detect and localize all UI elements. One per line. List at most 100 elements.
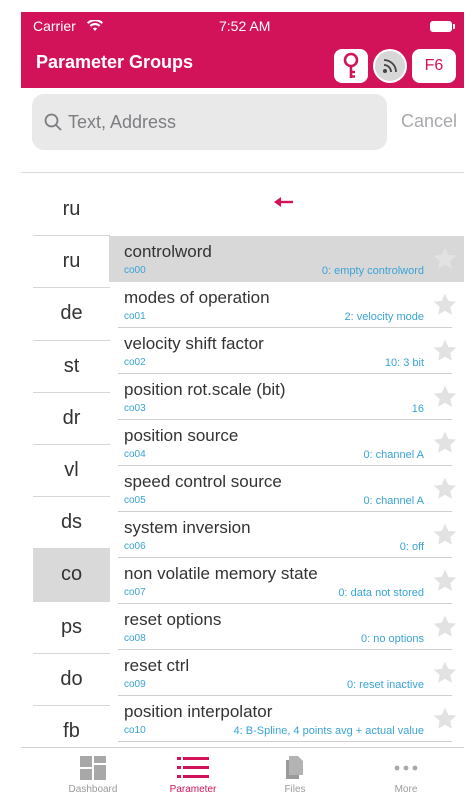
parameter-address: co05 xyxy=(124,495,146,506)
key-button[interactable] xyxy=(334,49,368,83)
group-item[interactable]: ds xyxy=(33,497,110,550)
parameter-row[interactable]: controlword co00 0: empty controlword xyxy=(109,236,464,282)
parameter-value: 0: reset inactive xyxy=(346,679,424,691)
parameter-value: 0: no options xyxy=(361,633,424,645)
group-item[interactable]: ru xyxy=(33,184,110,237)
favorite-star-icon[interactable] xyxy=(432,614,458,645)
favorite-star-icon[interactable] xyxy=(432,292,458,323)
group-list: ru ru de st dr vl ds co ps do fb xyxy=(33,184,110,758)
parameter-address: co04 xyxy=(124,449,146,460)
parameter-name: controlword xyxy=(124,242,212,261)
page-title: Parameter Groups xyxy=(36,52,194,72)
parameter-value: 16 xyxy=(411,403,424,415)
parameter-name: position source xyxy=(124,426,239,445)
carrier-label: Carrier xyxy=(33,18,76,34)
parameter-row[interactable]: position rot.scale (bit) co03 16 xyxy=(109,374,464,420)
favorite-star-icon[interactable] xyxy=(432,246,458,277)
dashboard-icon xyxy=(80,756,106,780)
divider xyxy=(21,172,464,173)
group-item[interactable]: de xyxy=(33,288,110,341)
parameter-row[interactable]: position source co04 0: channel A xyxy=(109,420,464,466)
clock: 7:52 AM xyxy=(219,18,271,34)
parameter-name: modes of operation xyxy=(124,288,270,307)
parameter-name: position interpolator xyxy=(124,702,273,721)
parameter-name: position rot.scale (bit) xyxy=(124,380,286,399)
battery-icon xyxy=(430,21,455,32)
parameter-row[interactable]: system inversion co06 0: off xyxy=(109,512,464,558)
parameter-address: co08 xyxy=(124,633,146,644)
parameter-address: co00 xyxy=(124,265,146,276)
nfc-signal-icon xyxy=(383,59,397,73)
tab-dashboard[interactable]: Dashboard xyxy=(43,748,143,802)
more-icon xyxy=(394,765,418,771)
tab-label: Parameter xyxy=(169,784,217,795)
cancel-button[interactable]: Cancel xyxy=(401,111,457,132)
tab-more[interactable]: More xyxy=(356,748,456,802)
tab-label: More xyxy=(394,784,418,795)
parameter-name: non volatile memory state xyxy=(124,564,318,583)
group-item[interactable]: ps xyxy=(33,602,110,654)
tab-parameter[interactable]: Parameter xyxy=(143,748,243,802)
parameter-address: co03 xyxy=(124,403,146,414)
parameter-row[interactable]: reset options co08 0: no options xyxy=(109,604,464,650)
parameter-value: 0: channel A xyxy=(363,449,424,461)
parameter-value: 4: B-Spline, 4 points avg + actual value xyxy=(233,725,424,737)
favorite-star-icon[interactable] xyxy=(432,338,458,369)
group-item[interactable]: st xyxy=(33,341,110,393)
favorite-star-icon[interactable] xyxy=(432,568,458,599)
favorite-star-icon[interactable] xyxy=(432,384,458,415)
favorite-star-icon[interactable] xyxy=(432,476,458,507)
files-icon xyxy=(286,756,303,779)
parameter-row[interactable]: speed control source co05 0: channel A xyxy=(109,466,464,512)
parameter-address: co07 xyxy=(124,587,146,598)
search-icon xyxy=(44,113,62,131)
app-screen: Carrier 7:52 AM Parameter Groups F6 Text… xyxy=(21,12,464,802)
group-item[interactable]: vl xyxy=(33,445,110,498)
parameter-value: 0: empty controlword xyxy=(321,265,424,277)
parameter-value: 0: data not stored xyxy=(338,587,424,599)
tab-files[interactable]: Files xyxy=(245,748,345,802)
search-placeholder: Text, Address xyxy=(68,111,177,132)
key-icon xyxy=(343,52,359,78)
back-arrow-icon[interactable] xyxy=(274,196,294,208)
tab-bar: Dashboard Parameter Files More xyxy=(21,747,464,802)
parameter-value: 2: velocity mode xyxy=(344,311,424,323)
tab-label: Dashboard xyxy=(68,784,118,795)
parameter-address: co02 xyxy=(124,357,146,368)
row-divider xyxy=(118,741,452,742)
parameter-list: controlword co00 0: empty controlword modes… xyxy=(109,236,464,758)
parameter-value: 0: off xyxy=(399,541,424,553)
parameter-row[interactable]: non volatile memory state co07 0: data not… xyxy=(109,558,464,604)
parameter-value: 0: channel A xyxy=(363,495,424,507)
parameter-name: reset options xyxy=(124,610,222,629)
nfc-button[interactable] xyxy=(373,49,407,83)
favorite-star-icon[interactable] xyxy=(432,430,458,461)
parameter-name: system inversion xyxy=(124,518,251,537)
favorite-star-icon[interactable] xyxy=(432,522,458,553)
tab-label: Files xyxy=(284,784,306,795)
favorite-star-icon[interactable] xyxy=(432,706,458,737)
parameter-row[interactable]: reset ctrl co09 0: reset inactive xyxy=(109,650,464,696)
parameter-address: co06 xyxy=(124,541,146,552)
group-item[interactable]: do xyxy=(33,654,110,706)
wifi-icon xyxy=(87,20,103,31)
group-item[interactable]: dr xyxy=(33,393,110,445)
f6-button[interactable]: F6 xyxy=(412,49,456,83)
parameter-value: 10: 3 bit xyxy=(384,357,424,369)
parameter-address: co09 xyxy=(124,679,146,690)
parameter-row[interactable]: modes of operation co01 2: velocity mode xyxy=(109,282,464,328)
group-item[interactable]: co xyxy=(33,549,110,602)
search-input[interactable]: Text, Address xyxy=(32,94,387,150)
parameter-row[interactable]: velocity shift factor co02 10: 3 bit xyxy=(109,328,464,374)
parameter-address: co01 xyxy=(124,311,146,322)
parameter-row[interactable]: position interpolator co10 4: B-Spline, 4 … xyxy=(109,696,464,742)
favorite-star-icon[interactable] xyxy=(432,660,458,691)
parameter-name: speed control source xyxy=(124,472,282,491)
navigation-header: Carrier 7:52 AM Parameter Groups F6 xyxy=(21,12,464,88)
parameter-name: velocity shift factor xyxy=(124,334,264,353)
group-item[interactable]: ru xyxy=(33,236,110,289)
search-bar: Text, Address Cancel xyxy=(21,88,464,174)
parameter-name: reset ctrl xyxy=(124,656,190,675)
list-icon xyxy=(177,757,209,778)
parameter-address: co10 xyxy=(124,725,146,736)
